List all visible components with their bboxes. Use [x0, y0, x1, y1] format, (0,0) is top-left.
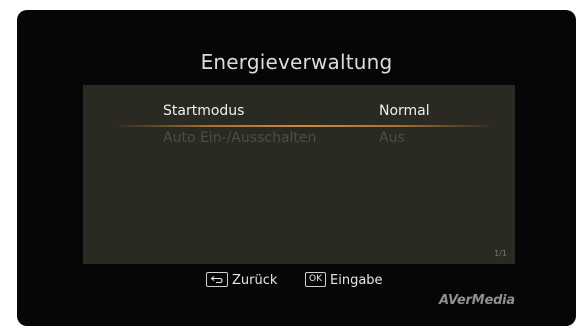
selection-highlight-line: [113, 125, 495, 127]
menu-item-auto-power[interactable]: Auto Ein-/Ausschalten Aus: [83, 128, 515, 150]
key-hints-bar: Zurück OK Eingabe: [17, 271, 576, 291]
menu-item-startmodus[interactable]: Startmodus Normal: [83, 101, 515, 123]
page-title: Energieverwaltung: [200, 50, 393, 74]
menu-item-value: Normal: [379, 103, 430, 119]
back-hint[interactable]: Zurück: [206, 271, 277, 291]
menu-item-value: Aus: [379, 130, 405, 146]
brand-logo: AVerMedia: [439, 293, 516, 308]
enter-hint[interactable]: OK Eingabe: [305, 271, 383, 291]
menu-item-label: Auto Ein-/Ausschalten: [163, 130, 317, 146]
page-indicator: 1/1: [494, 249, 507, 258]
tv-screen: Energieverwaltung Startmodus Normal Auto…: [17, 10, 576, 326]
device-bezel: Energieverwaltung Startmodus Normal Auto…: [3, 3, 584, 329]
settings-panel: Startmodus Normal Auto Ein-/Ausschalten …: [83, 85, 515, 264]
menu-item-label: Startmodus: [163, 103, 245, 119]
ok-key-badge: OK: [305, 272, 326, 287]
return-arrow-icon: [206, 272, 228, 287]
enter-hint-label: Eingabe: [330, 273, 383, 288]
back-hint-label: Zurück: [232, 273, 278, 288]
